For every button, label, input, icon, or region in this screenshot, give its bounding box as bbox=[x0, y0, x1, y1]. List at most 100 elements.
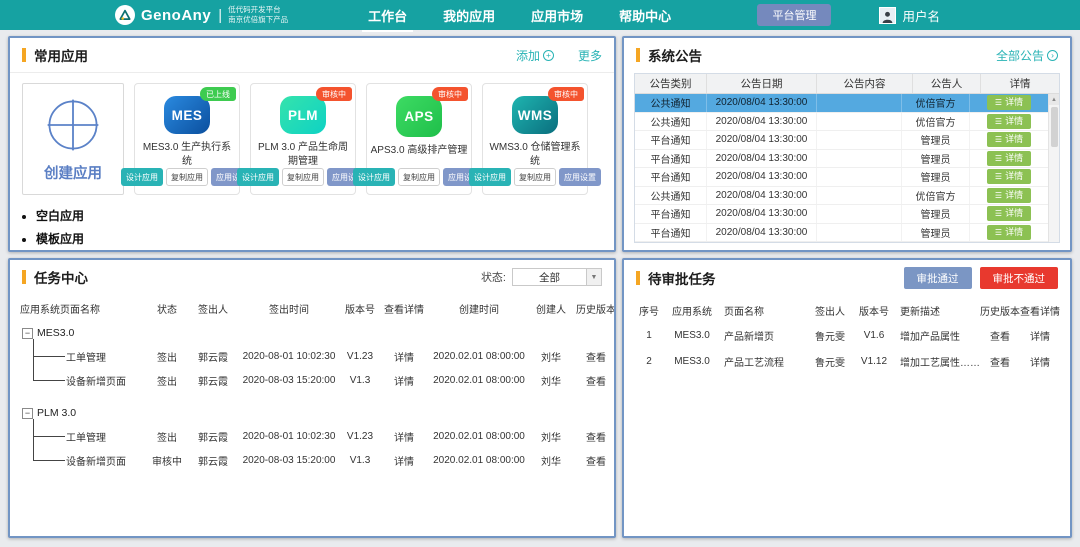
list-icon: ☰ bbox=[995, 190, 1002, 201]
approvals-table-header: 序号应用系统页面名称签出人版本号更新描述历史版本查看详情 bbox=[634, 298, 1060, 322]
design-app-button[interactable]: 设计应用 bbox=[353, 168, 395, 186]
nav-my-apps[interactable]: 我的应用 bbox=[441, 2, 497, 29]
create-app-card[interactable]: 创建应用 bbox=[22, 83, 124, 195]
add-app-link[interactable]: 添加+ bbox=[516, 47, 554, 64]
detail-button[interactable]: ☰详情 bbox=[987, 188, 1031, 203]
detail-button[interactable]: ☰详情 bbox=[987, 206, 1031, 221]
announcement-row[interactable]: 平台通知2020/08/04 13:30:00管理员☰详情 bbox=[635, 224, 1048, 243]
task-history-link[interactable]: 查看 bbox=[572, 373, 616, 388]
announcement-row[interactable]: 公共通知2020/08/04 13:30:00优倍官方☰详情 bbox=[635, 94, 1048, 113]
platform-admin-button[interactable]: 平台管理 bbox=[757, 4, 831, 26]
approval-history-link[interactable]: 查看 bbox=[980, 354, 1020, 369]
announcement-date: 2020/08/04 13:30:00 bbox=[707, 224, 817, 242]
approval-row[interactable]: 2MES3.0产品工艺流程鲁元雯V1.12增加工艺属性……查看详情 bbox=[634, 348, 1060, 374]
copy-app-button[interactable]: 复制应用 bbox=[398, 168, 440, 186]
collapse-icon[interactable]: − bbox=[22, 328, 33, 339]
user-menu[interactable]: 用户名 bbox=[879, 6, 940, 25]
reject-button[interactable]: 审批不通过 bbox=[980, 267, 1059, 289]
task-center-body: 应用系统页面名称状态签出人签出时间版本号查看详情创建时间创建人历史版本 −MES… bbox=[10, 292, 614, 536]
status-label: 状态: bbox=[481, 269, 506, 285]
task-checkout-time: 2020-08-01 10:02:30 bbox=[238, 351, 340, 362]
task-row[interactable]: 设备新增页面审核中郭云霞2020-08-03 15:20:00V1.3详情202… bbox=[20, 448, 604, 472]
design-app-button[interactable]: 设计应用 bbox=[469, 168, 511, 186]
bullet-item-1[interactable]: 模板应用 bbox=[36, 228, 124, 251]
announcements-scrollbar[interactable]: ▲ bbox=[1048, 94, 1059, 242]
task-detail-link[interactable]: 详情 bbox=[380, 429, 428, 444]
approvals-body: 序号应用系统页面名称签出人版本号更新描述历史版本查看详情 1MES3.0产品新增… bbox=[624, 294, 1070, 378]
task-created-time: 2020.02.01 08:00:00 bbox=[428, 351, 530, 362]
detail-button[interactable]: ☰详情 bbox=[987, 132, 1031, 147]
announcement-category: 公共通知 bbox=[635, 187, 707, 205]
task-history-link[interactable]: 查看 bbox=[572, 349, 616, 364]
task-row[interactable]: 工单管理签出郭云霞2020-08-01 10:02:30V1.23详情2020.… bbox=[20, 424, 604, 448]
panel-announcements: 系统公告 全部公告› 公告类别公告日期公告内容公告人详情 公共通知2020/08… bbox=[622, 36, 1072, 252]
nav-app-market[interactable]: 应用市场 bbox=[529, 2, 585, 29]
app-type-bullets: 空白应用模板应用 bbox=[22, 205, 124, 251]
design-app-button[interactable]: 设计应用 bbox=[237, 168, 279, 186]
announcement-detail-cell: ☰详情 bbox=[970, 94, 1048, 112]
announcement-row[interactable]: 平台通知2020/08/04 13:30:00管理员☰详情 bbox=[635, 131, 1048, 150]
detail-button[interactable]: ☰详情 bbox=[987, 95, 1031, 110]
column-header: 签出人 bbox=[188, 301, 238, 316]
column-header: 创建时间 bbox=[428, 301, 530, 316]
scrollbar-thumb[interactable] bbox=[1051, 107, 1058, 147]
scroll-up-icon[interactable]: ▲ bbox=[1049, 94, 1059, 105]
announcement-detail-cell: ☰详情 bbox=[970, 168, 1048, 186]
task-detail-link[interactable]: 详情 bbox=[380, 349, 428, 364]
accent-bar bbox=[22, 48, 26, 62]
nav-workbench[interactable]: 工作台 bbox=[366, 2, 409, 29]
column-header: 状态 bbox=[146, 301, 188, 316]
task-row[interactable]: 工单管理签出郭云霞2020-08-01 10:02:30V1.23详情2020.… bbox=[20, 344, 604, 368]
announcements-table-header: 公告类别公告日期公告内容公告人详情 bbox=[635, 74, 1059, 94]
detail-button[interactable]: ☰详情 bbox=[987, 169, 1031, 184]
task-detail-link[interactable]: 详情 bbox=[380, 373, 428, 388]
app-card-plm[interactable]: 审核中PLMPLM 3.0 产品生命周期管理设计应用复制应用应用设置 bbox=[250, 83, 356, 195]
announcement-row[interactable]: 公共通知2020/08/04 13:30:00优倍官方☰详情 bbox=[635, 187, 1048, 206]
more-apps-link[interactable]: 更多 bbox=[578, 47, 602, 64]
approval-history-link[interactable]: 查看 bbox=[980, 328, 1020, 343]
all-announcements-link[interactable]: 全部公告› bbox=[996, 47, 1058, 64]
copy-app-button[interactable]: 复制应用 bbox=[282, 168, 324, 186]
detail-button[interactable]: ☰详情 bbox=[987, 114, 1031, 129]
announcement-content bbox=[817, 224, 902, 242]
announcement-row[interactable]: 平台通知2020/08/04 13:30:00管理员☰详情 bbox=[635, 205, 1048, 224]
bullet-item-0[interactable]: 空白应用 bbox=[36, 205, 124, 228]
announcement-date: 2020/08/04 13:30:00 bbox=[707, 94, 817, 112]
task-history-link[interactable]: 查看 bbox=[572, 453, 616, 468]
collapse-icon[interactable]: − bbox=[22, 408, 33, 419]
approval-detail-link[interactable]: 详情 bbox=[1020, 354, 1060, 369]
list-icon: ☰ bbox=[995, 227, 1002, 238]
detail-button[interactable]: ☰详情 bbox=[987, 225, 1031, 240]
approval-row[interactable]: 1MES3.0产品新增页鲁元雯V1.6增加产品属性查看详情 bbox=[634, 322, 1060, 348]
app-card-aps[interactable]: 审核中APSAPS3.0 高级排产管理设计应用复制应用应用设置 bbox=[366, 83, 472, 195]
app-icon: PLM bbox=[280, 96, 326, 134]
approve-button[interactable]: 审批通过 bbox=[904, 267, 972, 289]
copy-app-button[interactable]: 复制应用 bbox=[166, 168, 208, 186]
task-center-title: 任务中心 bbox=[34, 267, 88, 287]
detail-button-label: 详情 bbox=[1005, 152, 1023, 165]
approval-detail-link[interactable]: 详情 bbox=[1020, 328, 1060, 343]
announcement-detail-cell: ☰详情 bbox=[970, 187, 1048, 205]
announcement-row[interactable]: 公共通知2020/08/04 13:30:00优倍官方☰详情 bbox=[635, 113, 1048, 132]
app-settings-button[interactable]: 应用设置 bbox=[559, 168, 601, 186]
create-app-column: 创建应用 空白应用模板应用 bbox=[22, 83, 124, 251]
announcement-row[interactable]: 平台通知2020/08/04 13:30:00管理员☰详情 bbox=[635, 150, 1048, 169]
approval-no: 2 bbox=[634, 356, 664, 367]
task-history-link[interactable]: 查看 bbox=[572, 429, 616, 444]
list-icon: ☰ bbox=[995, 153, 1002, 164]
status-select[interactable]: 全部 ▼ bbox=[512, 268, 602, 286]
announcement-category: 平台通知 bbox=[635, 150, 707, 168]
task-detail-link[interactable]: 详情 bbox=[380, 453, 428, 468]
announcement-row[interactable]: 平台通知2020/08/04 13:30:00管理员☰详情 bbox=[635, 168, 1048, 187]
design-app-button[interactable]: 设计应用 bbox=[121, 168, 163, 186]
app-card-mes[interactable]: 已上线MESMES3.0 生产执行系统设计应用复制应用应用设置 bbox=[134, 83, 240, 195]
announcement-publisher: 管理员 bbox=[902, 168, 970, 186]
apps-body: 创建应用 空白应用模板应用 已上线MESMES3.0 生产执行系统设计应用复制应… bbox=[10, 73, 614, 251]
column-header: 序号 bbox=[634, 303, 664, 318]
detail-button[interactable]: ☰详情 bbox=[987, 151, 1031, 166]
announcements-rows: 公共通知2020/08/04 13:30:00优倍官方☰详情公共通知2020/0… bbox=[635, 94, 1048, 242]
nav-help-center[interactable]: 帮助中心 bbox=[617, 2, 673, 29]
task-row[interactable]: 设备新增页面签出郭云霞2020-08-03 15:20:00V1.3详情2020… bbox=[20, 368, 604, 392]
app-card-wms[interactable]: 审核中WMSWMS3.0 仓储管理系统设计应用复制应用应用设置 bbox=[482, 83, 588, 195]
copy-app-button[interactable]: 复制应用 bbox=[514, 168, 556, 186]
